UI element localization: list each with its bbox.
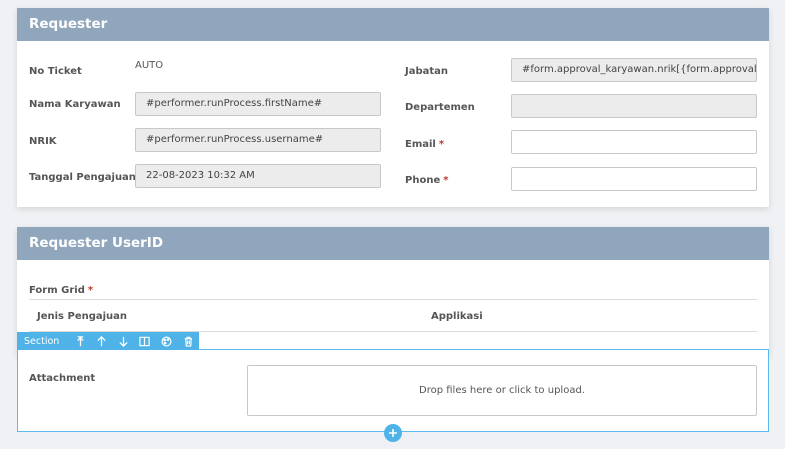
columns-icon[interactable] bbox=[134, 332, 156, 350]
tanggal-pengajuan-field[interactable]: 22-08-2023 10:32 AM bbox=[135, 164, 381, 188]
nrik-field[interactable]: #performer.runProcess.username# bbox=[135, 128, 381, 152]
nrik-label: NRIK bbox=[29, 136, 57, 147]
move-icon[interactable] bbox=[69, 332, 91, 350]
plus-icon bbox=[389, 429, 397, 437]
requester-header: Requester bbox=[17, 8, 769, 41]
email-label-text: Email bbox=[405, 139, 436, 150]
nama-karyawan-field[interactable]: #performer.runProcess.firstName# bbox=[135, 92, 381, 116]
no-ticket-value: AUTO bbox=[135, 60, 164, 71]
nama-karyawan-label: Nama Karyawan bbox=[29, 99, 121, 110]
email-field[interactable] bbox=[511, 130, 757, 154]
jabatan-label: Jabatan bbox=[405, 66, 449, 77]
section-toolbar-label: Section bbox=[24, 335, 60, 347]
attachment-label: Attachment bbox=[29, 373, 96, 384]
form-grid-label-text: Form Grid bbox=[29, 285, 85, 296]
palette-icon[interactable] bbox=[156, 332, 178, 350]
email-label: Email * bbox=[405, 139, 444, 150]
arrow-down-icon[interactable] bbox=[113, 332, 135, 350]
no-ticket-label: No Ticket bbox=[29, 66, 82, 77]
grid-column-applikasi: Applikasi bbox=[431, 311, 483, 322]
section-toolbar: Section bbox=[17, 332, 199, 350]
arrow-up-icon[interactable] bbox=[91, 332, 113, 350]
phone-required-mark: * bbox=[443, 175, 449, 186]
trash-icon[interactable] bbox=[177, 332, 199, 350]
file-dropzone[interactable]: Drop files here or click to upload. bbox=[247, 365, 757, 416]
phone-label: Phone * bbox=[405, 175, 448, 186]
form-grid-label: Form Grid * bbox=[29, 285, 93, 296]
jabatan-field[interactable]: #form.approval_karyawan.nrik[{form.appro… bbox=[511, 58, 757, 82]
form-grid-required-mark: * bbox=[87, 285, 94, 296]
phone-field[interactable] bbox=[511, 167, 757, 191]
departemen-label: Departemen bbox=[405, 102, 475, 113]
departemen-field[interactable] bbox=[511, 94, 757, 118]
email-required-mark: * bbox=[438, 139, 445, 150]
tanggal-pengajuan-label: Tanggal Pengajuan bbox=[29, 172, 136, 183]
requester-userid-header: Requester UserID bbox=[17, 227, 769, 260]
add-section-button[interactable] bbox=[384, 424, 402, 442]
phone-label-text: Phone bbox=[405, 175, 441, 186]
form-grid-top-divider bbox=[29, 299, 757, 300]
grid-column-jenis-pengajuan: Jenis Pengajuan bbox=[37, 311, 128, 322]
